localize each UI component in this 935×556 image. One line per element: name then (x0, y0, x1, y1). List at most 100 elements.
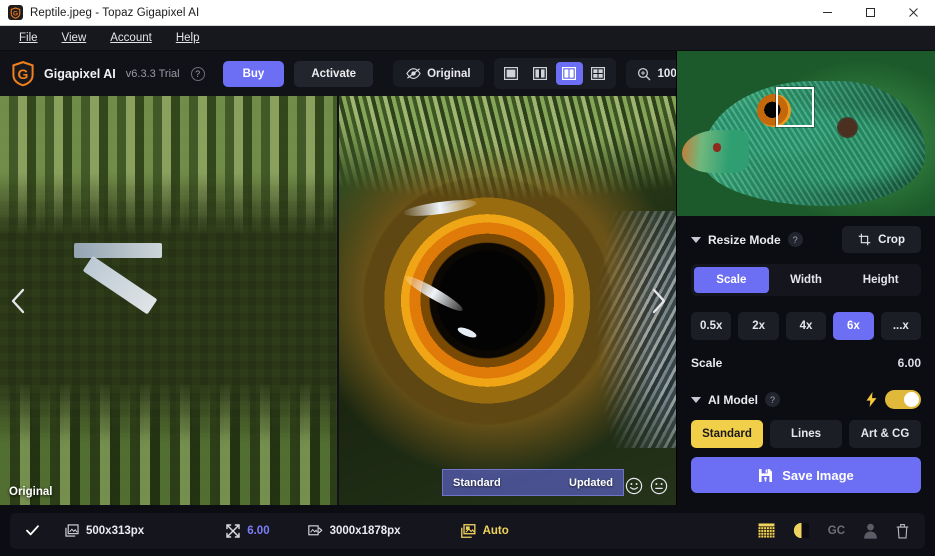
show-original-toggle[interactable]: Original (393, 60, 483, 87)
gc-label[interactable]: GC (828, 525, 845, 537)
next-image-button[interactable] (643, 278, 673, 324)
scale-preset-row: 0.5x 2x 4x 6x ...x (691, 312, 921, 340)
save-section: Save Image (677, 449, 935, 505)
scale-status-value: 6.00 (247, 525, 269, 537)
enhanced-scales-top (339, 96, 676, 219)
menu-item-help[interactable]: Help (165, 29, 211, 47)
enhanced-scales-right (575, 211, 676, 448)
activate-button[interactable]: Activate (294, 61, 373, 87)
navigator-preview[interactable] (677, 51, 935, 216)
auto-image-icon (461, 524, 476, 538)
close-button[interactable] (892, 0, 935, 26)
ai-model-header-left[interactable]: AI Model ? (691, 392, 780, 407)
gigapixel-logo-icon: G (8, 5, 23, 20)
model-lines-button[interactable]: Lines (770, 420, 842, 448)
chevron-down-icon[interactable] (691, 397, 701, 403)
brand-help-icon[interactable]: ? (191, 67, 205, 81)
view-mode-single-button[interactable] (498, 62, 525, 85)
title-bar-left: G Reptile.jpeg - Topaz Gigapixel AI (0, 5, 806, 20)
previous-image-button[interactable] (3, 278, 33, 324)
menu-help-label: Help (176, 32, 200, 44)
tab-height[interactable]: Height (843, 267, 918, 293)
resize-arrows-icon (226, 524, 240, 538)
view-mode-split-button[interactable] (527, 62, 554, 85)
crop-label: Crop (878, 234, 905, 246)
save-image-button[interactable]: Save Image (691, 457, 921, 493)
view-mode-grid-button[interactable] (585, 62, 612, 85)
eye-off-icon (406, 67, 421, 80)
resize-mode-help-icon[interactable]: ? (788, 232, 803, 247)
gigapixel-app-window: G Reptile.jpeg - Topaz Gigapixel AI File… (0, 0, 935, 556)
menu-file-label: File (19, 32, 38, 44)
grid-pane-icon (591, 67, 605, 80)
viewport-rectangle[interactable] (776, 87, 814, 127)
show-original-label: Original (427, 68, 470, 80)
side-by-side-icon (562, 67, 576, 80)
preview-lizard-nostril (713, 143, 721, 151)
trash-icon[interactable] (896, 523, 909, 539)
image-compare-area: Original Standard Updated (0, 96, 676, 505)
output-size-item: 3000x1878px (308, 524, 401, 537)
contrast-icon[interactable] (793, 522, 810, 539)
noise-grid-icon[interactable] (758, 523, 775, 538)
scale-preset-custom[interactable]: ...x (881, 312, 921, 340)
checkmark-icon (26, 525, 39, 536)
ai-model-header: AI Model ? (691, 390, 921, 409)
tab-scale[interactable]: Scale (694, 267, 769, 293)
svg-text:G: G (18, 66, 29, 82)
scale-preset-4x[interactable]: 4x (786, 312, 826, 340)
original-brow-highlight (74, 243, 162, 257)
menu-item-view[interactable]: View (51, 29, 98, 47)
model-standard-button[interactable]: Standard (691, 420, 763, 448)
resize-mode-header-left[interactable]: Resize Mode ? (691, 232, 803, 247)
original-pane-label: Original (9, 486, 52, 498)
buy-button[interactable]: Buy (223, 61, 285, 87)
main-toolbar: G Gigapixel AI v6.3.3 Trial ? Buy Activa… (0, 51, 676, 96)
settings-panel: Resize Mode ? Crop Scale (677, 216, 935, 449)
scale-value[interactable]: 6.00 (898, 356, 921, 370)
neutral-face-icon[interactable] (650, 477, 668, 495)
resize-mode-title: Resize Mode (708, 233, 781, 247)
split-pane-icon (533, 67, 547, 80)
svg-text:G: G (13, 10, 18, 17)
minimize-button[interactable] (806, 0, 849, 26)
enhanced-image-pane[interactable]: Standard Updated (339, 96, 676, 505)
output-size-value: 3000x1878px (330, 525, 401, 537)
scale-key-label: Scale (691, 356, 722, 370)
result-status-label: Updated (569, 477, 613, 489)
feedback-group (625, 477, 668, 495)
magnifier-icon (637, 67, 651, 81)
auto-label: Auto (483, 525, 509, 537)
menu-view-label: View (62, 32, 87, 44)
smiley-face-icon[interactable] (625, 477, 643, 495)
scale-preset-6x[interactable]: 6x (833, 312, 873, 340)
save-image-label: Save Image (782, 468, 854, 483)
ai-model-help-icon[interactable]: ? (765, 392, 780, 407)
ai-model-title: AI Model (708, 393, 758, 407)
person-icon[interactable] (863, 523, 878, 539)
result-status-bar: Standard Updated (442, 469, 624, 496)
scale-preset-2x[interactable]: 2x (738, 312, 778, 340)
scale-preset-0-5x[interactable]: 0.5x (691, 312, 731, 340)
tab-width[interactable]: Width (769, 267, 844, 293)
original-image-pane[interactable]: Original (0, 96, 337, 505)
ai-model-toggle-knob (904, 392, 919, 407)
ai-model-toggle[interactable] (885, 390, 921, 409)
crop-icon (858, 233, 871, 246)
model-art-cg-button[interactable]: Art & CG (849, 420, 921, 448)
menu-bar: File View Account Help (0, 26, 935, 51)
ai-model-toggle-group (866, 390, 921, 409)
auto-settings-button[interactable]: Auto (461, 524, 509, 538)
result-model-label: Standard (453, 477, 501, 489)
view-mode-side-by-side-button[interactable] (556, 62, 583, 85)
gigapixel-logo-icon: G (10, 60, 36, 88)
maximize-button[interactable] (849, 0, 892, 26)
menu-account-label: Account (110, 32, 152, 44)
resize-mode-header: Resize Mode ? Crop (691, 226, 921, 253)
crop-button[interactable]: Crop (842, 226, 921, 253)
chevron-down-icon[interactable] (691, 237, 701, 243)
menu-item-account[interactable]: Account (99, 29, 163, 47)
menu-item-file[interactable]: File (8, 29, 49, 47)
status-bar: 500x313px 6.00 (0, 505, 935, 556)
app-body: G Gigapixel AI v6.3.3 Trial ? Buy Activa… (0, 51, 935, 505)
